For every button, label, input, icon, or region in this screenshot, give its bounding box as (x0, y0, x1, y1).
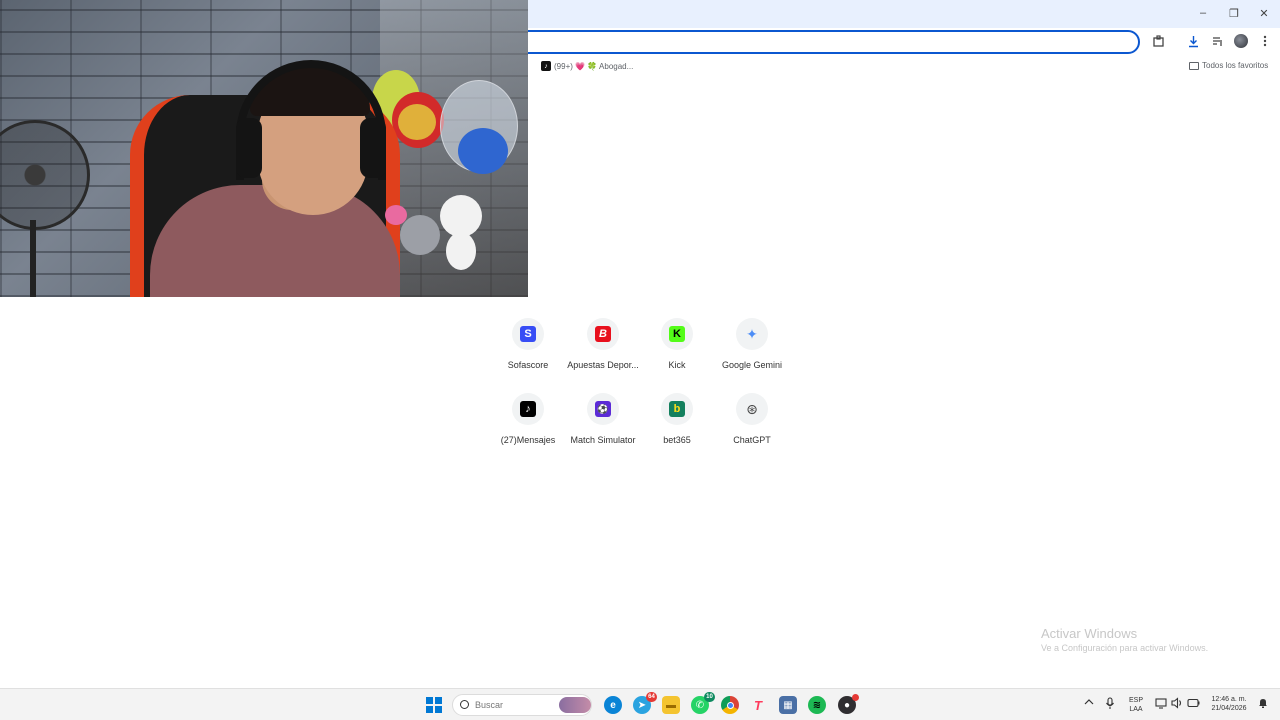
shortcut-label: Kick (668, 360, 686, 370)
address-bar[interactable] (470, 30, 1140, 54)
show-hidden-icons-button[interactable] (1084, 698, 1094, 709)
watermark-title: Activar Windows (1041, 626, 1138, 641)
tiktok-icon: ♪ (541, 61, 551, 71)
menu-icon[interactable] (1256, 32, 1274, 50)
bookmark-label: (99+) 💗 🍀 Abogad... (554, 61, 634, 71)
all-favorites-folder[interactable]: Todos los favoritos (1189, 61, 1268, 70)
volume-icon[interactable] (1171, 697, 1183, 712)
download-icon[interactable] (1184, 32, 1202, 50)
folder-icon (1189, 61, 1199, 70)
microphone-icon[interactable] (1105, 697, 1115, 713)
clock-time: 12:46 a. m. (1211, 696, 1247, 703)
all-favorites-label: Todos los favoritos (1202, 61, 1269, 70)
obs-icon[interactable]: ● (838, 694, 859, 714)
match-simulator-icon: ⚽ (595, 401, 611, 417)
battery-icon[interactable] (1187, 697, 1200, 712)
file-explorer-icon[interactable]: ▬ (662, 696, 680, 714)
search-icon (460, 700, 469, 709)
reading-list-icon[interactable] (1208, 32, 1226, 50)
shortcut-label: Match Simulator (570, 435, 636, 445)
shortcut-gemini[interactable]: ✦ Google Gemini (707, 318, 797, 382)
watermark-subtitle: Ve a Configuración para activar Windows. (1041, 643, 1209, 653)
minimize-button[interactable]: – (1189, 4, 1217, 22)
restore-button[interactable]: ❐ (1220, 4, 1248, 22)
gemini-icon: ✦ (746, 325, 758, 342)
shortcut-label: (27)Mensajes (500, 435, 556, 445)
bookmark-item[interactable]: ♪ (99+) 💗 🍀 Abogad... (541, 61, 633, 71)
profile-avatar[interactable] (1232, 32, 1250, 50)
network-icon[interactable] (1155, 697, 1167, 712)
taskbar: Buscar e ➤ 64 ▬ ✆ 10 T ▦ ≋ ● ESP LAA 12:… (0, 688, 1280, 720)
shortcut-label: ChatGPT (733, 435, 771, 445)
search-highlight-image (559, 697, 591, 713)
tf-app-icon[interactable]: T (749, 696, 767, 714)
close-button[interactable]: ✕ (1250, 4, 1278, 22)
shortcut-chatgpt[interactable]: ⊛ ChatGPT (707, 393, 797, 457)
notifications-icon[interactable] (1257, 697, 1269, 712)
tiktok-icon: ♪ (520, 401, 536, 417)
windows-start-icon[interactable] (426, 697, 442, 713)
sofascore-icon: S (520, 326, 536, 342)
activation-watermark: Activar Windows Ve a Configuración para … (1041, 626, 1208, 653)
shortcut-label: Sofascore (507, 360, 549, 370)
apuestas-icon: B (595, 326, 611, 342)
kick-icon: K (669, 326, 685, 342)
bet365-icon: b (669, 401, 685, 417)
shortcut-label: Google Gemini (721, 360, 783, 370)
language-indicator[interactable]: ESP LAA (1128, 696, 1144, 714)
clock-date: 21/04/2026 (1211, 705, 1247, 712)
whatsapp-icon[interactable]: ✆ 10 (691, 692, 715, 714)
spotify-icon[interactable]: ≋ (808, 696, 826, 714)
search-placeholder: Buscar (475, 700, 504, 710)
chrome-icon[interactable] (721, 696, 739, 714)
webcam-overlay (0, 0, 528, 297)
edge-icon[interactable]: e (604, 696, 622, 714)
extensions-icon[interactable] (1149, 32, 1167, 50)
telegram-badge: 64 (646, 692, 657, 702)
telegram-icon[interactable]: ➤ 64 (633, 692, 657, 714)
shortcut-label: bet365 (663, 435, 691, 445)
chatgpt-icon: ⊛ (746, 400, 758, 417)
recording-dot (852, 694, 859, 701)
clock[interactable]: 12:46 a. m. 21/04/2026 (1204, 695, 1254, 713)
calculator-icon[interactable]: ▦ (779, 696, 797, 714)
shortcut-label: Apuestas Depor... (567, 360, 639, 370)
whatsapp-badge: 10 (704, 692, 715, 702)
desktop-screen: – ❐ ✕ ♪ (99+) 💗 🍀 Abogad... Todos los fa… (0, 0, 1280, 720)
taskbar-search[interactable]: Buscar (452, 694, 592, 716)
